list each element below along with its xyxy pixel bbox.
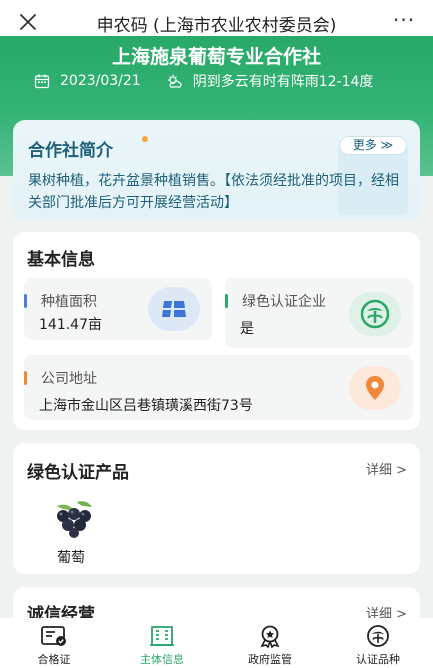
org-name: 上海施泉葡萄专业合作社	[111, 46, 321, 68]
green-cert-label: 绿色认证企业	[242, 294, 326, 310]
address-value: 上海市金山区吕巷镇璜溪西街73号	[39, 398, 253, 414]
certificate-icon	[41, 626, 66, 646]
nav-label-certificate: 合格证	[37, 653, 71, 666]
green-icon-bg	[349, 292, 401, 336]
address-bar	[24, 371, 27, 385]
location-pin-icon	[366, 376, 384, 400]
nav-label-entity-info: 主体信息	[140, 653, 184, 666]
weather-icon	[167, 74, 182, 88]
nav-item-government-supervision[interactable]: 政府监管	[230, 624, 310, 667]
date-text: 2023/03/21	[60, 73, 141, 89]
page-indicator	[206, 658, 228, 664]
product-name: 葡萄	[57, 550, 85, 566]
green-products-card: 绿色认证产品 详细 > 葡萄	[13, 443, 420, 574]
address-icon-bg	[349, 366, 401, 410]
green-cert-value: 是	[240, 321, 254, 337]
area-icon-bg	[148, 287, 200, 331]
area-value: 141.47亩	[39, 317, 102, 333]
products-title: 绿色认证产品	[27, 463, 129, 483]
intro-text: 果树种植，花卉盆景种植销售。【依法须经批准的项目，经相关部门批准后方可开展经营活…	[28, 173, 399, 211]
intro-title: 合作社简介	[28, 141, 113, 161]
area-label: 种植面积	[41, 294, 97, 310]
nav-item-certified-varieties[interactable]: 认证品种	[338, 624, 418, 667]
green-bar	[225, 294, 228, 308]
address-label: 公司地址	[41, 371, 97, 387]
field-icon	[162, 301, 186, 317]
address-box: 公司地址 上海市金山区吕巷镇璜溪西街73号	[24, 355, 413, 420]
green-cert-icon	[367, 625, 389, 647]
grape-icon[interactable]	[49, 498, 97, 538]
more-icon[interactable]: ···	[393, 8, 417, 32]
green-cert-box: 绿色认证企业 是	[225, 278, 413, 348]
building-icon	[150, 626, 174, 646]
products-detail-link[interactable]: 详细 >	[366, 459, 407, 478]
window-title: 申农码 (上海市农业农村委员会)	[96, 16, 337, 36]
header-meta: 2023/03/21 阴到多云有时有阵雨12-14度	[34, 71, 413, 91]
nav-label-government-supervision: 政府监管	[248, 653, 292, 666]
basic-info-title: 基本信息	[27, 250, 95, 270]
badge-icon	[260, 625, 280, 648]
intro-card: 合作社简介 更多 ≫ 果树种植，花卉盆景种植销售。【依法须经批准的项目，经相关部…	[13, 120, 420, 219]
nav-item-certificate[interactable]: 合格证	[14, 624, 94, 667]
area-bar	[24, 294, 27, 308]
basic-info-card: 基本信息 种植面积 141.47亩 绿色认证企业 是 公司地址 上海市金山区吕巷…	[13, 232, 420, 430]
nav-item-entity-info[interactable]: 主体信息	[122, 624, 202, 667]
highlight-dot	[142, 136, 148, 142]
weather-text: 阴到多云有时有阵雨12-14度	[192, 74, 374, 90]
green-food-logo-icon	[360, 299, 390, 329]
nav-label-certified-varieties: 认证品种	[356, 653, 400, 666]
more-button[interactable]: 更多 ≫	[339, 136, 407, 155]
area-box: 种植面积 141.47亩	[24, 278, 212, 340]
calendar-icon	[34, 74, 50, 89]
